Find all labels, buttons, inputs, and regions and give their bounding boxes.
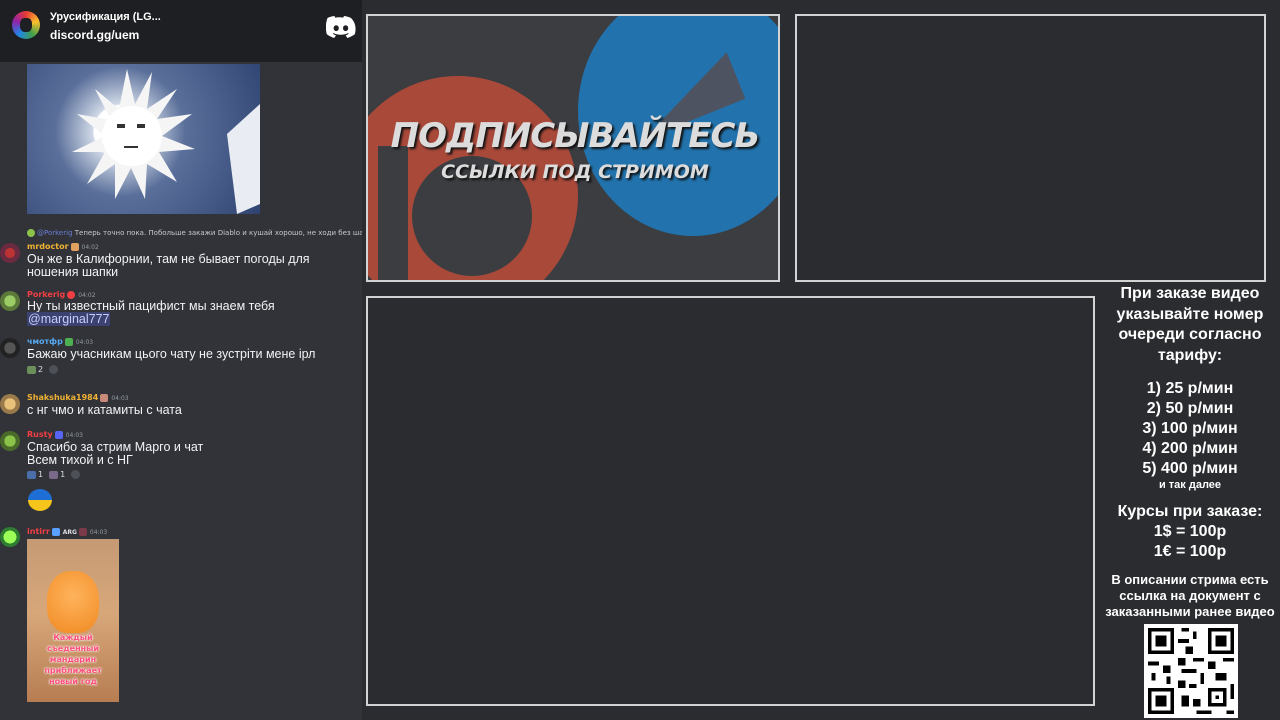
timestamp: 04:03 (65, 432, 83, 439)
rate-usd: 1$ = 100р (1153, 523, 1227, 540)
message-text: Ну ты известный пацифист мы знаем тебя @m… (27, 299, 347, 326)
reactions: 2 (27, 365, 59, 374)
order-info: При заказе видео указывайте номер очеред… (1100, 284, 1280, 620)
author-name[interactable]: Porkerig (27, 290, 65, 299)
server-name: Урусификация (LG... (50, 11, 161, 23)
avatar[interactable] (0, 394, 20, 414)
ukraine-heart-emoji-icon (28, 489, 52, 511)
tangerine-meme-image[interactable]: Каждый съеденный мандарин приближает нов… (27, 539, 119, 702)
tariff-item: 4) 200 р/мин (1142, 440, 1238, 457)
avatar[interactable] (0, 243, 20, 263)
message-author[interactable]: Shakshuka1984 04:03 (27, 393, 129, 402)
reaction-emoji-icon (27, 365, 36, 374)
rates-title: Курсы при заказе: (1117, 503, 1263, 520)
image-caption: Каждый съеденный мандарин приближает нов… (44, 633, 102, 686)
timestamp: 04:02 (78, 292, 96, 299)
reaction[interactable]: 1 (27, 470, 43, 479)
reply-preview: @Porkerig Теперь точно пока. Побольше за… (27, 229, 362, 237)
message-line: Всем тихой и с НГ (27, 452, 133, 467)
discord-widget-header[interactable]: Урусификация (LG... discord.gg/uem (0, 0, 362, 62)
role-badge-icon (100, 393, 109, 402)
avatar[interactable] (0, 431, 20, 451)
user-mention[interactable]: @marginal777 (27, 311, 111, 326)
promo-subline: ССЫЛКИ ПОД СТРИМОМ (441, 161, 709, 183)
role-badge-icon (54, 430, 63, 439)
reply-text: Теперь точно пока. Побольше закажи Diabl… (72, 229, 362, 237)
author-name[interactable]: чмотфр (27, 337, 63, 346)
guild-tag: ARG (62, 529, 77, 536)
message-body: Ну ты известный пацифист мы знаем тебя (27, 299, 275, 313)
reply-avatar-icon (27, 229, 35, 237)
reply-mention[interactable]: @Porkerig (37, 229, 73, 237)
role-badge-icon (51, 527, 60, 536)
role-badge-icon (70, 242, 79, 251)
add-reaction-icon[interactable] (71, 470, 81, 479)
timestamp: 04:03 (111, 395, 129, 402)
tariff-item: 1) 25 р/мин (1146, 380, 1234, 397)
role-badge-icon (64, 337, 73, 346)
tariff-item: 5) 400 р/мин (1142, 460, 1238, 477)
message-author[interactable]: mrdoctor 04:02 (27, 242, 99, 251)
reactions: 1 1 (27, 470, 81, 479)
avatar[interactable] (0, 527, 20, 547)
discord-chat-panel: Урусификация (LG... discord.gg/uem @Pork… (0, 0, 362, 720)
reaction[interactable]: 2 (27, 365, 43, 374)
timestamp: 04:03 (89, 529, 108, 536)
message-author[interactable]: intirr ARG 04:03 (27, 527, 107, 536)
order-instructions: При заказе видео указывайте номер очеред… (1116, 285, 1264, 364)
reaction-emoji-icon (49, 470, 59, 479)
webcam-frame (795, 14, 1266, 282)
qr-code-icon[interactable] (1144, 624, 1238, 718)
stream-layout: Урусификация (LG... discord.gg/uem @Pork… (0, 0, 1280, 720)
message-text: Бажаю учасникам цього чату не зустріти м… (27, 347, 316, 361)
message-author[interactable]: Porkerig 04:02 (27, 290, 96, 299)
promo-headline: ПОДПИСЫВАЙТЕСЬ (390, 116, 761, 156)
message-author[interactable]: чмотфр 04:03 (27, 337, 93, 346)
message-author[interactable]: Rusty 04:03 (27, 430, 83, 439)
author-name[interactable]: Rusty (27, 430, 53, 439)
role-badge-icon (67, 290, 76, 299)
tariff-etc: и так далее (1158, 479, 1222, 491)
author-name[interactable]: mrdoctor (27, 242, 69, 251)
document-note: В описании стрима есть ссылка на докумен… (1105, 572, 1275, 619)
avatar[interactable] (0, 291, 20, 311)
discord-logo-icon[interactable] (326, 16, 356, 38)
reaction-emoji-icon (27, 470, 36, 479)
tangerine-figure (47, 571, 99, 633)
author-name[interactable]: intirr (27, 527, 50, 536)
rate-eur: 1€ = 100р (1153, 543, 1227, 560)
server-invite-link[interactable]: discord.gg/uem (50, 28, 139, 42)
reaction-count: 1 (38, 470, 44, 479)
tariff-item: 2) 50 р/мин (1146, 400, 1234, 417)
video-frame (366, 296, 1095, 706)
reaction-count: 2 (38, 365, 44, 374)
author-name[interactable]: Shakshuka1984 (27, 393, 98, 402)
avatar[interactable] (0, 338, 20, 358)
reaction[interactable]: 1 (49, 470, 65, 479)
reaction-count: 1 (60, 470, 66, 479)
timestamp: 04:03 (75, 339, 94, 346)
tariff-list: 1) 25 р/мин 2) 50 р/мин 3) 100 р/мин 4) … (1100, 379, 1280, 479)
role-badge-icon (78, 527, 87, 536)
add-reaction-icon[interactable] (49, 365, 59, 374)
message-text: Спасибо за стрим Марго и чат Всем тихой и… (27, 441, 347, 466)
tariff-item: 3) 100 р/мин (1142, 420, 1238, 437)
message-text: Он же в Калифорнии, там не бывает погоды… (27, 252, 310, 279)
sun-meme-image[interactable] (27, 64, 260, 214)
timestamp: 04:02 (81, 244, 99, 251)
server-icon (12, 11, 40, 39)
promo-banner: ПОДПИСЫВАЙТЕСЬ ССЫЛКИ ПОД СТРИМОМ (366, 14, 780, 282)
message-text: с нг чмо и катамиты с чата (27, 403, 182, 417)
